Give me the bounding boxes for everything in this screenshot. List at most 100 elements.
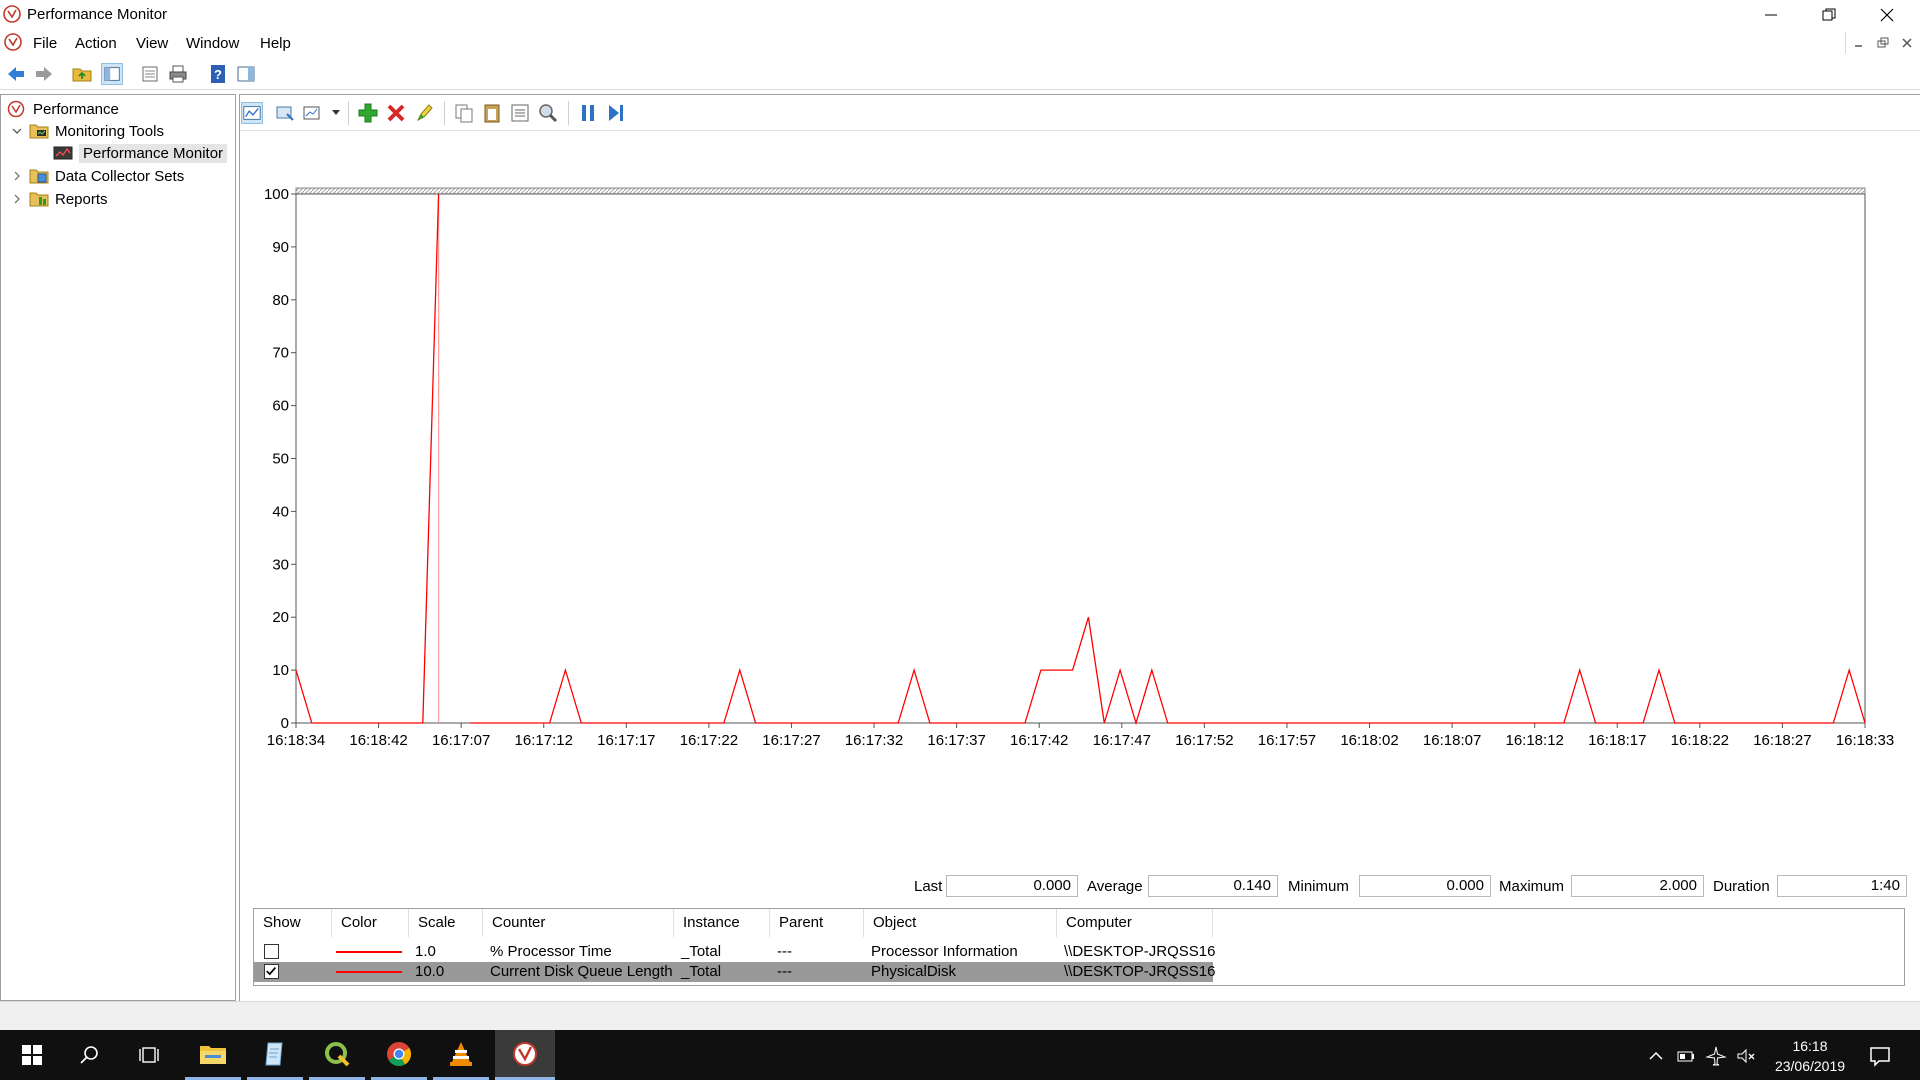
menu-window[interactable]: Window (186, 35, 239, 52)
x-tick-label: 16:17:47 (1093, 732, 1151, 749)
y-tick-label: 0 (281, 715, 289, 732)
freeze-display-icon[interactable] (577, 102, 599, 124)
chevron-right-icon[interactable] (12, 171, 22, 181)
show-checkbox[interactable] (264, 964, 279, 979)
y-tick-label: 30 (272, 556, 289, 573)
notepad-icon (265, 1042, 283, 1065)
properties-window-icon[interactable] (139, 63, 161, 85)
change-graph-type-icon[interactable] (274, 102, 296, 124)
forward-icon[interactable] (33, 63, 55, 85)
object-cell: Processor Information (871, 943, 1018, 960)
taskbar-clock[interactable]: 16:18 23/06/2019 (1760, 1036, 1860, 1076)
toolbar-separator (568, 101, 569, 125)
system-menu-icon[interactable] (4, 33, 22, 51)
graph-top-band (295, 187, 1866, 195)
show-hidden-icons-chevron-up-icon[interactable] (1645, 1045, 1667, 1067)
close-button[interactable] (1859, 0, 1915, 29)
chrome-icon (387, 1041, 412, 1066)
tree-item-performance[interactable]: Performance (7, 98, 119, 120)
column-header-parent[interactable]: Parent (770, 909, 864, 937)
paste-counter-list-icon[interactable] (481, 102, 503, 124)
column-header-color[interactable]: Color (332, 909, 409, 937)
x-tick-label: 16:18:12 (1505, 732, 1563, 749)
airplane-mode-icon[interactable] (1705, 1045, 1727, 1067)
back-icon[interactable] (5, 63, 27, 85)
taskbar-file-explorer[interactable] (185, 1030, 241, 1080)
child-restore-icon[interactable] (1876, 36, 1890, 50)
tree-item-monitoring-tools[interactable]: Monitoring Tools (29, 120, 164, 142)
delete-counter-icon[interactable] (385, 102, 407, 124)
line-graph[interactable]: 100 90 80 70 60 50 40 30 20 10 0 16:18:34 16:18:42 16… (240, 131, 1920, 931)
x-tick-label: 16:17:27 (762, 732, 820, 749)
svg-text:?: ? (214, 67, 222, 82)
performance-icon (7, 100, 25, 118)
add-counter-icon[interactable] (357, 102, 379, 124)
column-header-instance[interactable]: Instance (674, 909, 770, 937)
show-checkbox[interactable] (264, 944, 279, 959)
minimize-button[interactable] (1743, 0, 1799, 29)
taskbar-performance-monitor[interactable] (495, 1030, 555, 1080)
clock-time: 16:18 (1792, 1038, 1828, 1054)
view-current-activity-icon[interactable] (241, 102, 263, 124)
zoom-icon[interactable] (537, 102, 559, 124)
taskbar-vlc[interactable] (433, 1030, 489, 1080)
toolbar-separator (348, 101, 349, 125)
tree-item-performance-monitor[interactable]: Performance Monitor (53, 142, 228, 164)
chart-type-dropdown-icon[interactable] (302, 102, 324, 124)
menu-action[interactable]: Action (75, 35, 117, 52)
print-icon[interactable] (167, 63, 189, 85)
x-tick-label: 16:18:33 (1836, 732, 1894, 749)
menu-bar: File Action View Window Help (0, 29, 1920, 58)
search-button[interactable] (62, 1030, 118, 1080)
file-explorer-icon (200, 1045, 226, 1064)
checkmark-icon (266, 967, 277, 976)
task-view-button[interactable] (122, 1030, 178, 1080)
highlight-icon[interactable] (413, 102, 435, 124)
instance-cell: _Total (681, 943, 722, 960)
taskbar-notepad[interactable] (247, 1030, 303, 1080)
data-collector-sets-icon (29, 169, 49, 184)
start-button[interactable] (4, 1030, 60, 1080)
column-header-counter[interactable]: Counter (483, 909, 674, 937)
up-folder-icon[interactable] (71, 63, 93, 85)
menu-view[interactable]: View (136, 35, 168, 52)
performance-monitor-icon (53, 146, 73, 160)
x-tick-label: 16:17:12 (515, 732, 573, 749)
menu-help[interactable]: Help (260, 35, 291, 52)
table-row[interactable]: 1.0 % Processor Time _Total --- Processo… (254, 942, 1215, 962)
x-tick-label: 16:17:37 (927, 732, 985, 749)
table-row[interactable]: 10.0 Current Disk Queue Length _Total --… (254, 962, 1215, 982)
taskbar-chrome[interactable] (371, 1030, 427, 1080)
show-hide-tree-icon[interactable] (101, 63, 123, 85)
y-tick-label: 40 (272, 503, 289, 520)
graph-toolbar (240, 95, 1920, 131)
duration-value: 1:40 (1777, 875, 1907, 897)
notifications-icon[interactable] (1868, 1044, 1892, 1068)
column-header-computer[interactable]: Computer (1057, 909, 1213, 937)
update-data-icon[interactable] (605, 102, 627, 124)
object-cell: PhysicalDisk (871, 963, 957, 980)
chevron-right-icon[interactable] (12, 194, 22, 204)
child-close-icon[interactable] (1900, 36, 1914, 50)
menu-file[interactable]: File (33, 35, 57, 52)
task-view-icon (139, 1047, 159, 1063)
column-header-object[interactable]: Object (864, 909, 1057, 937)
child-minimize-icon[interactable] (1852, 36, 1866, 50)
help-icon[interactable]: ? (207, 63, 229, 85)
column-header-show[interactable]: Show (254, 909, 332, 937)
y-tick-label: 90 (272, 239, 289, 256)
show-action-pane-icon[interactable] (235, 63, 257, 85)
copy-properties-icon[interactable] (453, 102, 475, 124)
tree-item-reports[interactable]: Reports (29, 188, 108, 210)
volume-muted-icon[interactable] (1735, 1045, 1757, 1067)
tree-item-data-collector-sets[interactable]: Data Collector Sets (29, 165, 184, 187)
toolbar-separator (444, 101, 445, 125)
battery-icon[interactable] (1675, 1045, 1697, 1067)
column-header-scale[interactable]: Scale (409, 909, 483, 937)
taskbar-qgis[interactable] (309, 1030, 365, 1080)
restore-button[interactable] (1801, 0, 1857, 29)
chevron-down-icon[interactable] (12, 126, 22, 136)
tree-label-performance: Performance (33, 100, 119, 118)
properties-icon[interactable] (509, 102, 531, 124)
dropdown-arrow-icon[interactable] (332, 110, 340, 116)
